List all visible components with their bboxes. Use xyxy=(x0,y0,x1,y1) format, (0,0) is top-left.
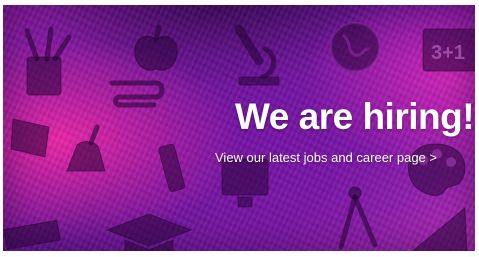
chalkboard-icon: 3+1 xyxy=(422,28,475,72)
set-square-icon xyxy=(411,206,468,251)
drafting-compass-icon xyxy=(338,186,378,250)
apple-icon xyxy=(134,24,178,71)
globe-icon xyxy=(330,22,380,72)
book-icon xyxy=(10,118,50,158)
hiring-banner[interactable]: 3+1 We are hiring! View our latest jobs … xyxy=(3,5,475,251)
bell-icon xyxy=(66,124,106,172)
ruler-icon xyxy=(3,219,61,250)
pencil-cup-icon xyxy=(24,26,72,96)
glue-stick-icon xyxy=(158,143,186,193)
paperclip-icon xyxy=(109,80,165,108)
hiring-headline: We are hiring! xyxy=(235,96,475,137)
chalkboard-text: 3+1 xyxy=(431,42,465,64)
microscope-icon xyxy=(234,24,280,86)
graduation-cap-icon xyxy=(105,213,193,251)
paint-palette-icon xyxy=(407,143,466,196)
careers-link[interactable]: View our latest jobs and career page > xyxy=(215,150,437,165)
